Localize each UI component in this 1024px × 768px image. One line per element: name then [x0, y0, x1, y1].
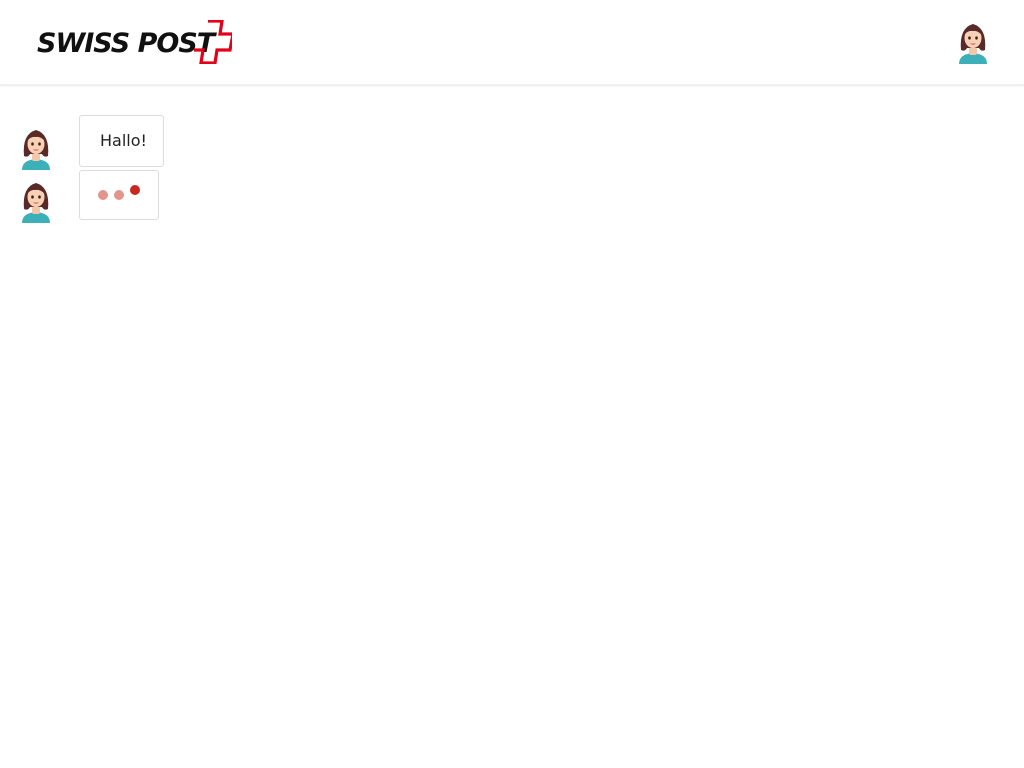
chat-message: Hallo!	[0, 115, 400, 170]
typing-dot	[114, 190, 124, 200]
header-bar: SWISS POST	[0, 0, 1024, 86]
logo-text: SWISS POST	[37, 28, 215, 59]
chat-message-typing	[0, 170, 400, 223]
typing-indicator-bubble	[79, 170, 159, 220]
message-bubble: Hallo!	[79, 115, 164, 167]
bot-avatar-icon	[18, 179, 54, 223]
swiss-post-logo[interactable]: SWISS POST	[37, 20, 232, 66]
bot-avatar-icon	[18, 126, 54, 170]
user-avatar-icon[interactable]	[955, 20, 991, 64]
typing-dot	[130, 185, 140, 195]
swiss-cross-icon	[194, 20, 232, 64]
message-text: Hallo!	[100, 131, 147, 150]
typing-dot	[98, 190, 108, 200]
